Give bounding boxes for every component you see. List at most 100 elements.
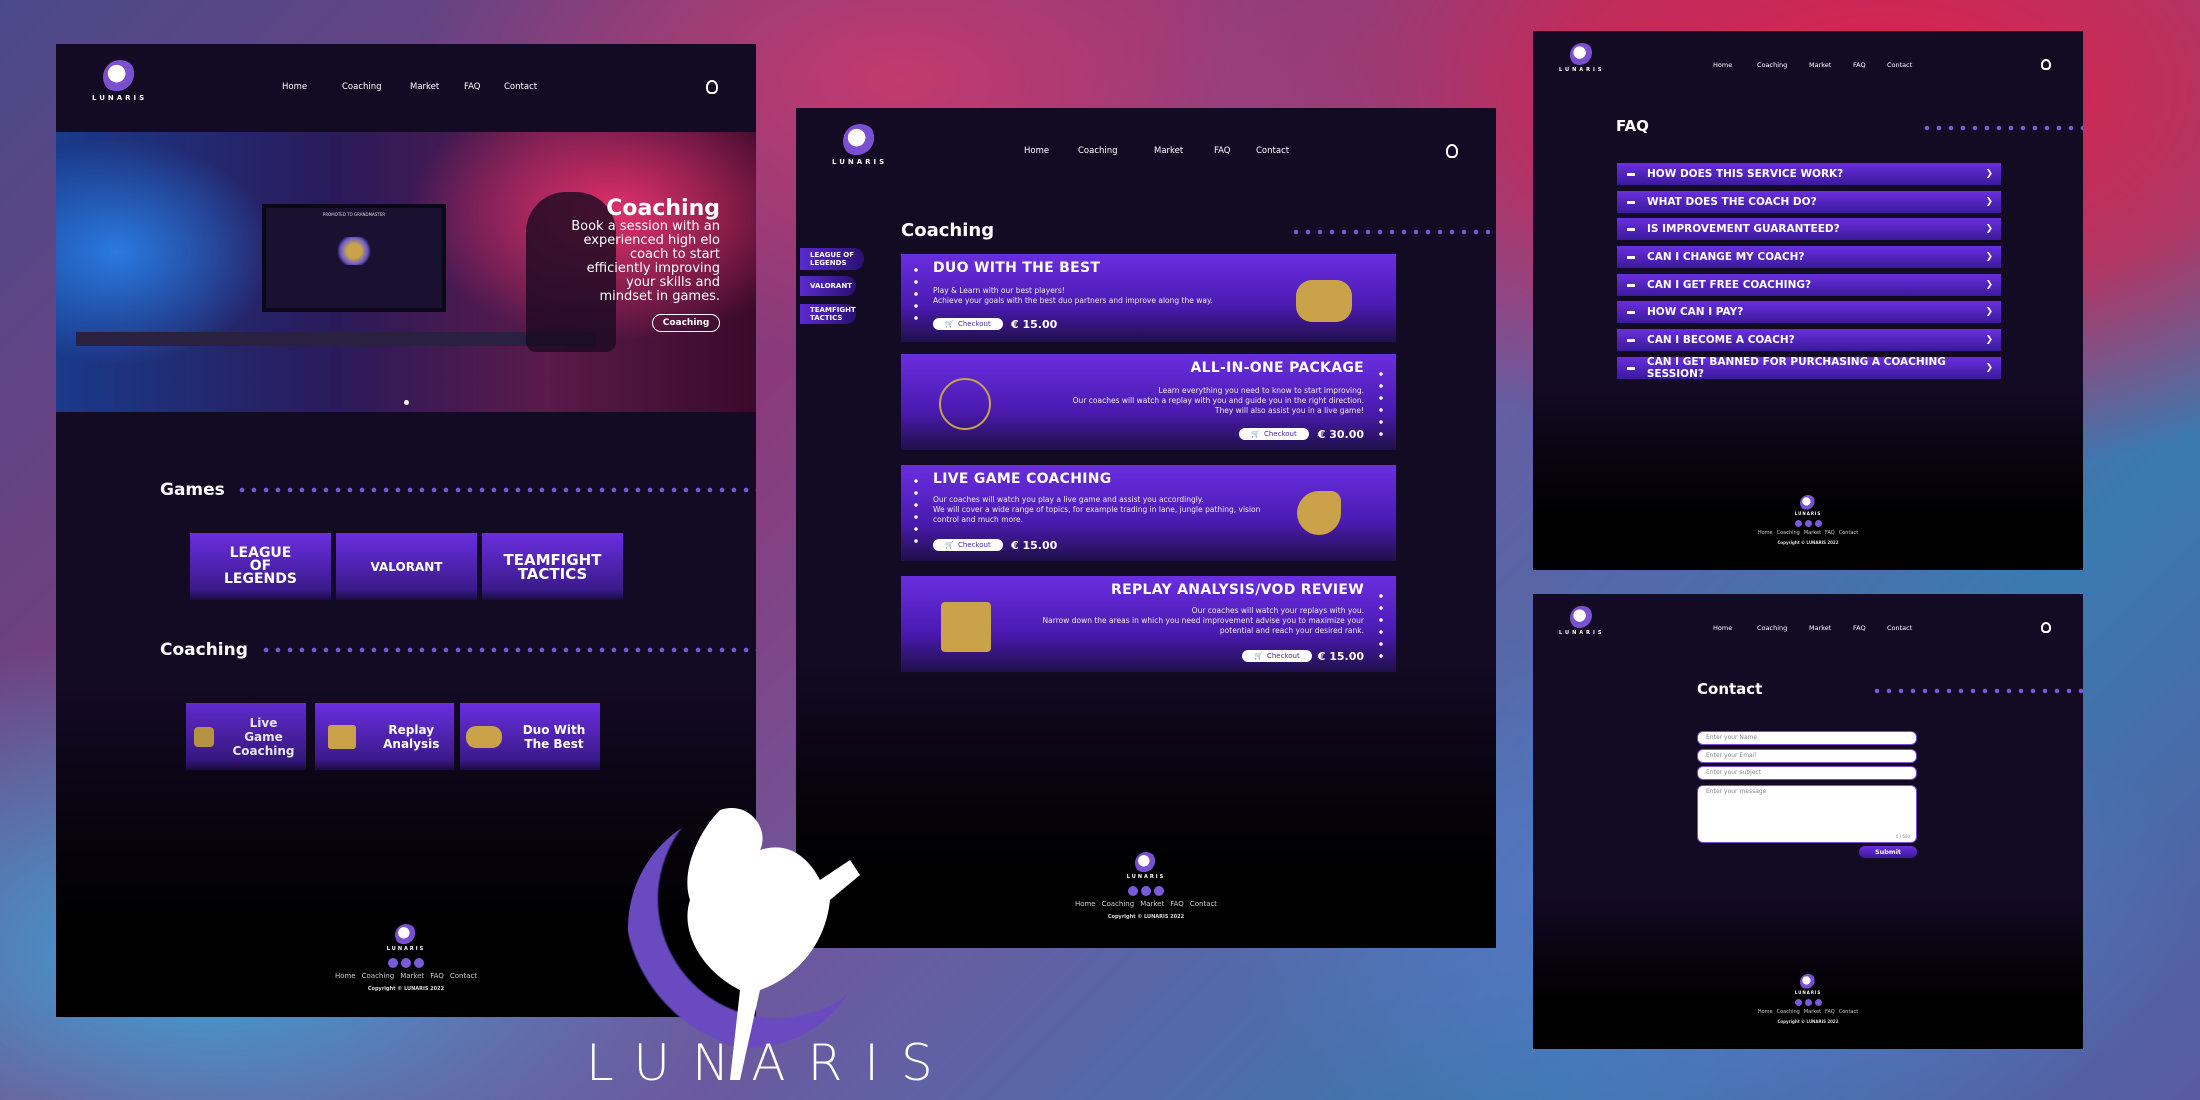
message-field[interactable]: Enter your message 0 / 500 <box>1697 785 1917 843</box>
footer-link-coaching[interactable]: Coaching <box>1777 1009 1800 1015</box>
carousel-dot[interactable] <box>404 400 409 405</box>
faq-item-8[interactable]: CAN I GET BANNED FOR PURCHASING A COACHI… <box>1617 356 2001 380</box>
logo[interactable]: LUNARIS <box>832 124 887 166</box>
user-account-icon[interactable] <box>2041 59 2051 70</box>
logo[interactable]: LUNARIS <box>1559 43 1604 73</box>
faq-item-3[interactable]: IS IMPROVEMENT GUARANTEED? ❯ <box>1617 218 2001 240</box>
twitter-icon[interactable] <box>1128 886 1138 896</box>
faq-item-6[interactable]: HOW CAN I PAY? ❯ <box>1617 301 2001 323</box>
nav-contact[interactable]: Contact <box>1871 624 1912 632</box>
instagram-icon[interactable] <box>1804 520 1812 527</box>
name-field[interactable]: Enter your Name <box>1697 731 1917 745</box>
nav-market[interactable]: Market <box>1803 61 1841 69</box>
checkout-button[interactable]: 🛒 Checkout <box>933 539 1003 551</box>
footer-link-market[interactable]: Market <box>1140 900 1164 908</box>
submit-button[interactable]: Submit <box>1859 846 1917 858</box>
footer-link-market[interactable]: Market <box>400 972 424 980</box>
faq-item-7[interactable]: CAN I BECOME A COACH? ❯ <box>1617 329 2001 351</box>
side-tab-lol[interactable]: LEAGUE OF LEGENDS <box>800 248 864 270</box>
nav-faq[interactable]: FAQ <box>1841 624 1871 632</box>
logo[interactable]: LUNARIS <box>92 60 147 102</box>
nav-faq[interactable]: FAQ <box>1194 146 1234 156</box>
footer-link-contact[interactable]: Contact <box>1839 530 1858 536</box>
card-bullets <box>1378 368 1384 438</box>
chevron-down-icon: ❯ <box>1985 252 1993 262</box>
footer-link-home[interactable]: Home <box>1758 1009 1773 1015</box>
hero-coaching-button[interactable]: Coaching <box>652 314 720 332</box>
nav-contact[interactable]: Contact <box>1234 146 1294 156</box>
footer-copyright: Copyright © LUNARIS 2022 <box>1777 540 1839 545</box>
side-tab-valorant[interactable]: VALORANT <box>800 276 856 296</box>
faq-question: WHAT DOES THE COACH DO? <box>1647 196 1817 208</box>
coaching-page-panel: LUNARIS Home Coaching Market FAQ Contact… <box>796 108 1496 948</box>
nav-coaching[interactable]: Coaching <box>1747 61 1803 69</box>
checkout-button[interactable]: 🛒 Checkout <box>933 318 1003 330</box>
coaching-tile-replay[interactable]: Replay Analysis <box>315 703 454 770</box>
logo-moon-icon <box>842 124 877 158</box>
nav-market[interactable]: Market <box>1144 146 1194 156</box>
footer-link-faq[interactable]: FAQ <box>1825 530 1835 536</box>
game-tile-tft[interactable]: TEAMFIGHT TACTICS <box>482 533 623 600</box>
nav-contact[interactable]: Contact <box>1871 61 1912 69</box>
nav-coaching[interactable]: Coaching <box>1066 146 1144 156</box>
nav-contact[interactable]: Contact <box>486 82 546 92</box>
footer-link-coaching[interactable]: Coaching <box>1777 530 1800 536</box>
faq-item-5[interactable]: CAN I GET FREE COACHING? ❯ <box>1617 274 2001 296</box>
footer-link-market[interactable]: Market <box>1804 530 1821 536</box>
game-tile-valorant[interactable]: VALORANT <box>336 533 477 600</box>
footer-link-faq[interactable]: FAQ <box>1825 1009 1835 1015</box>
instagram-icon[interactable] <box>401 958 411 968</box>
nav-home[interactable]: Home <box>1713 61 1747 69</box>
nav-home[interactable]: Home <box>1713 624 1747 632</box>
checkout-button[interactable]: 🛒 Checkout <box>1239 428 1309 440</box>
coaching-tile-duo[interactable]: Duo With The Best <box>460 703 600 770</box>
discord-icon[interactable] <box>1814 999 1822 1006</box>
discord-icon[interactable] <box>1814 520 1822 527</box>
nav-faq[interactable]: FAQ <box>452 82 486 92</box>
logo-text: LUNARIS <box>92 94 148 102</box>
side-tab-tft[interactable]: TEAMFIGHT TACTICS <box>800 304 856 324</box>
instagram-icon[interactable] <box>1804 999 1812 1006</box>
nav-home[interactable]: Home <box>282 82 324 92</box>
subject-field[interactable]: Enter your subject <box>1697 766 1917 780</box>
nav-coaching[interactable]: Coaching <box>324 82 402 92</box>
twitter-icon[interactable] <box>1794 999 1802 1006</box>
footer-link-coaching[interactable]: Coaching <box>362 972 395 980</box>
nav-coaching[interactable]: Coaching <box>1747 624 1803 632</box>
logo[interactable]: LUNARIS <box>1559 606 1604 636</box>
footer-link-home[interactable]: Home <box>1075 900 1096 908</box>
twitter-icon[interactable] <box>388 958 398 968</box>
footer-logo-text: LUNARIS <box>386 946 426 952</box>
twitter-icon[interactable] <box>1794 520 1802 527</box>
user-account-icon[interactable] <box>1446 144 1458 158</box>
footer-link-faq[interactable]: FAQ <box>430 972 444 980</box>
coaching-tile-live[interactable]: Live Game Coaching <box>186 703 306 770</box>
footer-link-faq[interactable]: FAQ <box>1170 900 1184 908</box>
footer-link-coaching[interactable]: Coaching <box>1102 900 1135 908</box>
discord-icon[interactable] <box>1154 886 1164 896</box>
footer-link-market[interactable]: Market <box>1804 1009 1821 1015</box>
user-account-icon[interactable] <box>706 80 718 94</box>
game-tile-lol[interactable]: LEAGUE OF LEGENDS <box>190 533 331 600</box>
instagram-icon[interactable] <box>1141 886 1151 896</box>
footer-link-contact[interactable]: Contact <box>450 972 477 980</box>
checkout-button[interactable]: 🛒 Checkout <box>1242 650 1312 662</box>
coaching-page-title: Coaching <box>901 220 995 241</box>
email-field[interactable]: Enter your Email <box>1697 749 1917 763</box>
user-account-icon[interactable] <box>2041 622 2051 633</box>
nav-faq[interactable]: FAQ <box>1841 61 1871 69</box>
faq-item-2[interactable]: WHAT DOES THE COACH DO? ❯ <box>1617 191 2001 213</box>
discord-icon[interactable] <box>414 958 424 968</box>
footer-link-home[interactable]: Home <box>1758 530 1773 536</box>
footer-link-contact[interactable]: Contact <box>1839 1009 1858 1015</box>
faq-question: IS IMPROVEMENT GUARANTEED? <box>1647 223 1840 235</box>
footer-link-home[interactable]: Home <box>335 972 356 980</box>
footer-link-contact[interactable]: Contact <box>1190 900 1217 908</box>
nav-home[interactable]: Home <box>1024 146 1066 156</box>
nav-market[interactable]: Market <box>402 82 452 92</box>
nav-market[interactable]: Market <box>1803 624 1841 632</box>
gamepad-icon <box>466 725 502 748</box>
faq-item-4[interactable]: CAN I CHANGE MY COACH? ❯ <box>1617 246 2001 268</box>
faq-item-1[interactable]: HOW DOES THIS SERVICE WORK? ❯ <box>1617 163 2001 185</box>
coaching-card-duo: DUO WITH THE BEST Play & Learn with our … <box>901 254 1396 342</box>
